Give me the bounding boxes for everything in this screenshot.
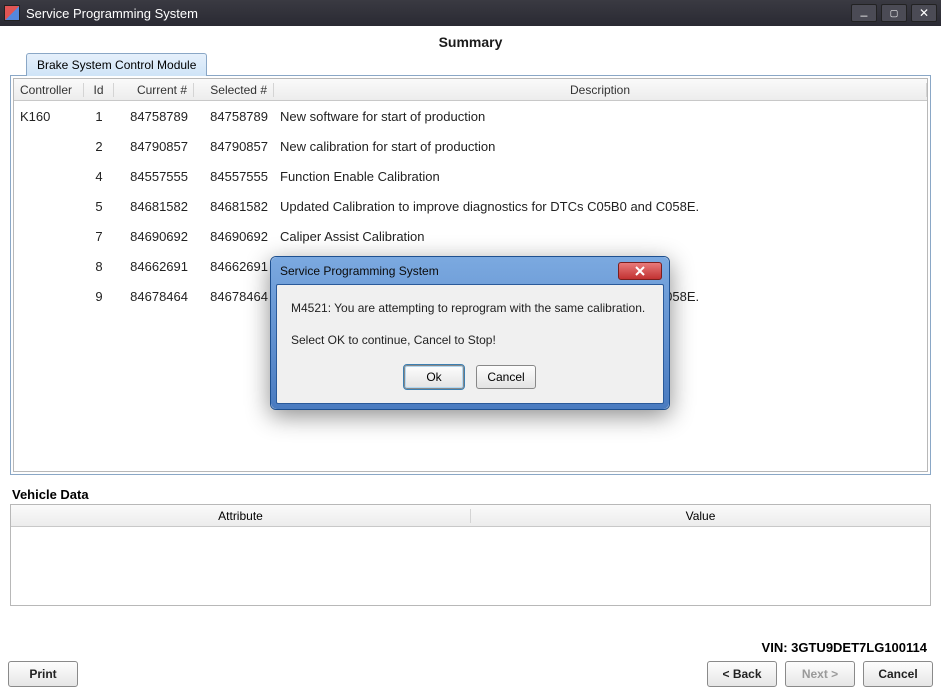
- vehicle-col-attribute[interactable]: Attribute: [11, 509, 471, 523]
- cell: 9: [84, 289, 114, 304]
- vin-label: VIN: 3GTU9DET7LG100114: [0, 636, 941, 657]
- cell: 84557555: [194, 169, 274, 184]
- dialog-ok-button[interactable]: Ok: [404, 365, 464, 389]
- back-button[interactable]: < Back: [707, 661, 777, 687]
- table-row[interactable]: 28479085784790857New calibration for sta…: [14, 131, 927, 161]
- cell: 8: [84, 259, 114, 274]
- col-header-current[interactable]: Current #: [114, 83, 194, 97]
- cell: 84662691: [194, 259, 274, 274]
- cell: 84681582: [114, 199, 194, 214]
- cell: 4: [84, 169, 114, 184]
- dialog-close-button[interactable]: [618, 262, 662, 280]
- cell: 84681582: [194, 199, 274, 214]
- vehicle-header-row: Attribute Value: [11, 505, 930, 527]
- cell: New calibration for start of production: [274, 139, 927, 154]
- cell: 84790857: [114, 139, 194, 154]
- cell: 84758789: [114, 109, 194, 124]
- cell: 84678464: [114, 289, 194, 304]
- cell: 2: [84, 139, 114, 154]
- col-header-description[interactable]: Description: [274, 83, 927, 97]
- window-close-button[interactable]: ✕: [911, 4, 937, 22]
- table-row[interactable]: 48455755584557555Function Enable Calibra…: [14, 161, 927, 191]
- window-titlebar: Service Programming System _ ▢ ✕: [0, 0, 941, 26]
- cell: 84758789: [194, 109, 274, 124]
- cell: 84678464: [194, 289, 274, 304]
- col-header-id[interactable]: Id: [84, 83, 114, 97]
- col-header-selected[interactable]: Selected #: [194, 83, 274, 97]
- col-header-controller[interactable]: Controller: [14, 83, 84, 97]
- app-icon: [4, 5, 20, 21]
- cell: 84557555: [114, 169, 194, 184]
- tab-brake-system[interactable]: Brake System Control Module: [26, 53, 207, 76]
- close-icon: [635, 266, 645, 276]
- footer-bar: Print < Back Next > Cancel: [0, 657, 941, 695]
- dialog-cancel-button[interactable]: Cancel: [476, 365, 536, 389]
- cell: 84662691: [114, 259, 194, 274]
- table-row[interactable]: 78469069284690692Caliper Assist Calibrat…: [14, 221, 927, 251]
- cell: Caliper Assist Calibration: [274, 229, 927, 244]
- window-controls: _ ▢ ✕: [851, 4, 937, 22]
- window-title: Service Programming System: [26, 6, 851, 21]
- grid-header-row: Controller Id Current # Selected # Descr…: [14, 79, 927, 101]
- print-button[interactable]: Print: [8, 661, 78, 687]
- vehicle-data-grid: Attribute Value: [10, 504, 931, 606]
- confirm-dialog: Service Programming System M4521: You ar…: [270, 256, 670, 410]
- summary-heading: Summary: [8, 34, 933, 50]
- table-row[interactable]: K16018475878984758789New software for st…: [14, 101, 927, 131]
- cell: Function Enable Calibration: [274, 169, 927, 184]
- cell: 7: [84, 229, 114, 244]
- cell: 84690692: [194, 229, 274, 244]
- cell: New software for start of production: [274, 109, 927, 124]
- cell: 5: [84, 199, 114, 214]
- cell: K160: [14, 109, 84, 124]
- cell: Updated Calibration to improve diagnosti…: [274, 199, 927, 214]
- dialog-message-2: Select OK to continue, Cancel to Stop!: [291, 333, 649, 347]
- next-button[interactable]: Next >: [785, 661, 855, 687]
- cancel-button[interactable]: Cancel: [863, 661, 933, 687]
- dialog-message-1: M4521: You are attempting to reprogram w…: [291, 301, 649, 315]
- vehicle-data-heading: Vehicle Data: [12, 487, 933, 502]
- vehicle-col-value[interactable]: Value: [471, 509, 930, 523]
- tab-label: Brake System Control Module: [37, 58, 196, 72]
- dialog-title: Service Programming System: [280, 264, 618, 278]
- maximize-button[interactable]: ▢: [881, 4, 907, 22]
- table-row[interactable]: 58468158284681582Updated Calibration to …: [14, 191, 927, 221]
- cell: 1: [84, 109, 114, 124]
- cell: 84790857: [194, 139, 274, 154]
- minimize-button[interactable]: _: [851, 4, 877, 22]
- cell: 84690692: [114, 229, 194, 244]
